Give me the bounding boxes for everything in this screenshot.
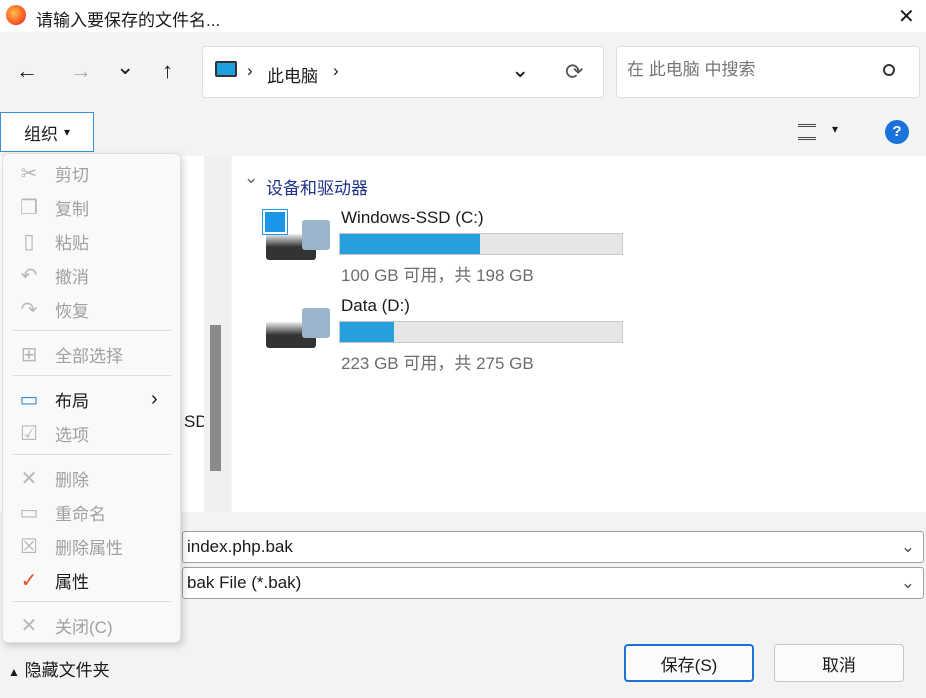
drive-name: Data (D:) [341,296,410,315]
recent-locations-button[interactable]: ⌄ [116,54,134,80]
menu-item-label: 恢复 [55,301,89,321]
firefox-icon [6,5,26,25]
hide-folders-toggle[interactable]: ▲ 隐藏文件夹 [8,656,110,681]
address-bar[interactable]: › 此电脑 › ⌄ ⟳ [202,46,604,98]
menu-item[interactable]: ▭ 重命名 [3,496,180,528]
drive-name: Windows-SSD (C:) [341,208,484,227]
scissors-icon: ✂ [20,162,38,185]
close-icon: ✕ [20,614,38,637]
menu-item-label: 关闭(C) [55,617,113,637]
windows-logo-icon [262,209,288,235]
menu-item[interactable]: ✓ 属性 [3,564,180,596]
organize-menu: ✂ 剪切 ❐ 复制 ▯ 粘贴 ↶ 撤消 ↷ 恢复 ⊞ 全部选择 ▭ 布局 › ☑… [2,153,181,643]
options-icon: ☑ [20,422,38,445]
remove-properties-icon: ☒ [20,535,38,558]
redo-icon: ↷ [20,298,38,321]
menu-item[interactable]: ✕ 删除 [3,462,180,494]
save-button[interactable]: 保存(S) [624,644,754,682]
menu-separator [13,330,171,331]
drive-space-info: 100 GB 可用，共 198 GB [341,266,534,285]
menu-item-label: 全部选择 [55,346,123,366]
menu-separator [13,454,171,455]
drive-usage-bar [339,321,623,343]
close-button[interactable]: ✕ [898,4,915,29]
section-title[interactable]: 设备和驱动器 [266,174,368,199]
scrollbar-thumb[interactable] [210,325,221,471]
window-title: 请输入要保存的文件名... [36,11,221,30]
undo-icon: ↶ [20,264,38,287]
menu-item[interactable]: ✂ 剪切 [3,157,180,189]
menu-item[interactable]: ☒ 删除属性 [3,530,180,562]
back-button[interactable]: ← [16,58,38,84]
view-options-icon[interactable] [798,124,816,140]
drive-space-info: 223 GB 可用，共 275 GB [341,354,534,373]
menu-item-label: 删除属性 [55,538,123,558]
layout-icon: ▭ [19,388,39,411]
up-button[interactable]: ↑ [162,58,173,84]
menu-item-label: 删除 [55,470,89,490]
organize-button[interactable]: 组织 ▾ [0,112,94,152]
drive-usage-bar [339,233,623,255]
menu-item[interactable]: ▯ 粘贴 [3,225,180,257]
menu-item-label: 选项 [55,425,89,445]
filetype-select[interactable]: bak File (*.bak) ⌄ [182,567,924,599]
menu-item[interactable]: ▭ 布局 › [3,383,180,415]
menu-item[interactable]: ❐ 复制 [3,191,180,223]
menu-item[interactable]: ↷ 恢复 [3,293,180,325]
breadcrumb-this-pc[interactable]: 此电脑 [267,62,318,87]
search-input[interactable] [627,60,867,80]
menu-separator [13,375,171,376]
toolbar: ▾ ? [0,110,926,156]
rename-icon: ▭ [19,501,39,524]
menu-item-label: 剪切 [55,165,89,185]
menu-item[interactable]: ✕ 关闭(C) [3,609,180,641]
help-button[interactable]: ? [885,120,909,144]
submenu-arrow-icon: › [151,387,158,410]
refresh-button[interactable]: ⟳ [565,59,583,85]
search-icon [883,64,895,76]
cancel-button[interactable]: 取消 [774,644,904,682]
section-chevron[interactable]: ⌄ [244,168,258,188]
address-dropdown[interactable]: ⌄ [511,57,529,83]
menu-item[interactable]: ☑ 选项 [3,417,180,449]
properties-icon: ✓ [20,569,38,592]
clipboard-icon: ▯ [23,230,35,253]
forward-button[interactable]: → [70,58,92,84]
menu-item[interactable]: ↶ 撤消 [3,259,180,291]
menu-item-label: 属性 [55,572,89,592]
filename-input[interactable]: index.php.bak ⌄ [182,531,924,563]
copy-icon: ❐ [20,196,38,219]
menu-separator [13,601,171,602]
menu-item-label: 布局 [55,391,89,411]
menu-item-label: 重命名 [55,504,106,524]
menu-item[interactable]: ⊞ 全部选择 [3,338,180,370]
computer-icon [215,61,237,77]
menu-item-label: 撤消 [55,267,89,287]
menu-item-label: 复制 [55,199,89,219]
menu-item-label: 粘贴 [55,233,89,253]
search-box[interactable] [616,46,920,98]
bitlocker-unlocked-icon [302,308,330,338]
delete-icon: ✕ [20,467,38,490]
bitlocker-unlocked-icon [302,220,330,250]
title-bar: 请输入要保存的文件名... ✕ [0,0,926,32]
select-all-icon: ⊞ [20,343,38,366]
